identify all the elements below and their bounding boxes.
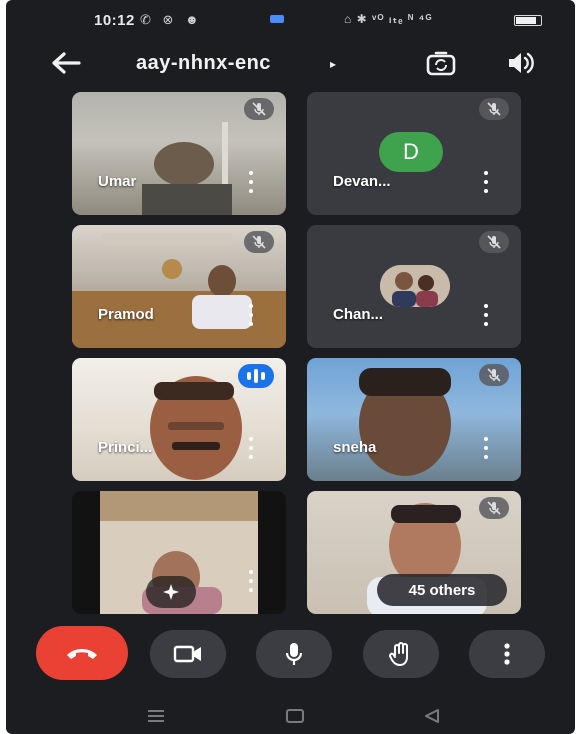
home-icon[interactable] xyxy=(285,708,305,729)
end-call-icon xyxy=(67,649,97,659)
participant-name: Umar xyxy=(98,173,137,190)
tile-more-button[interactable] xyxy=(244,570,258,592)
speaker-icon xyxy=(509,52,534,74)
more-vertical-icon xyxy=(504,643,510,665)
participant-name: Devan... xyxy=(333,173,391,190)
camera-button[interactable] xyxy=(150,630,226,678)
participant-tile[interactable]: Umar xyxy=(72,92,286,215)
avatar xyxy=(380,265,450,307)
more-options-button[interactable] xyxy=(469,630,545,678)
tile-more-button[interactable] xyxy=(244,171,258,193)
back-button[interactable] xyxy=(46,48,86,78)
tile-more-button[interactable] xyxy=(479,171,493,193)
tile-more-button[interactable] xyxy=(479,437,493,459)
participant-tile[interactable]: 45 others xyxy=(307,491,521,614)
mic-off-icon xyxy=(244,231,274,253)
signal-icons: ⌂ ✱ ᵛᴼ ₗₜₑ ᴺ ⁴ᴳ xyxy=(344,12,433,26)
battery-icon xyxy=(514,15,542,26)
microphone-icon xyxy=(285,643,303,665)
call-controls xyxy=(6,626,575,690)
mic-off-icon xyxy=(479,231,509,253)
sparkle-icon xyxy=(163,584,179,600)
participant-tile[interactable]: D Devan... xyxy=(307,92,521,215)
others-badge[interactable]: 45 others xyxy=(377,574,507,606)
notification-badge-icon xyxy=(270,15,284,23)
system-navigation-bar xyxy=(6,698,575,734)
notification-icons: ✆ ⊗ ☻ xyxy=(140,12,203,27)
participant-tile[interactable]: Chan... xyxy=(307,225,521,348)
raise-hand-button[interactable] xyxy=(363,630,439,678)
meeting-details-caret-icon[interactable]: ▸ xyxy=(330,57,336,71)
tile-more-button[interactable] xyxy=(244,304,258,326)
participant-name: Chan... xyxy=(333,306,384,323)
avatar: D xyxy=(379,132,443,172)
end-call-button[interactable] xyxy=(36,626,128,680)
participant-tile[interactable]: Princi... xyxy=(72,358,286,481)
participant-name: Princi... xyxy=(98,439,153,456)
switch-camera-button[interactable] xyxy=(422,46,460,80)
speaking-indicator-icon xyxy=(238,364,274,388)
microphone-button[interactable] xyxy=(256,630,332,678)
participant-tile[interactable] xyxy=(72,491,286,614)
back-triangle-icon[interactable] xyxy=(422,708,442,729)
effects-button[interactable] xyxy=(146,576,196,608)
mic-off-icon xyxy=(244,98,274,120)
audio-output-button[interactable] xyxy=(502,46,540,80)
participant-tile[interactable]: Pramod xyxy=(72,225,286,348)
raise-hand-icon xyxy=(389,642,408,666)
status-bar: 10:12 ✆ ⊗ ☻ ⌂ ✱ ᵛᴼ ₗₜₑ ᴺ ⁴ᴳ xyxy=(6,0,575,40)
participant-name: sneha xyxy=(333,439,377,456)
meeting-code[interactable]: aay-nhnx-enc xyxy=(136,52,271,75)
status-time: 10:12 xyxy=(94,12,135,29)
meeting-header: aay-nhnx-enc ▸ xyxy=(6,40,575,86)
switch-camera-icon xyxy=(426,51,456,76)
tile-more-button[interactable] xyxy=(479,304,493,326)
video-camera-icon xyxy=(173,645,201,663)
tile-more-button[interactable] xyxy=(244,437,258,459)
arrow-left-icon xyxy=(52,52,81,74)
participant-tile[interactable]: sneha xyxy=(307,358,521,481)
mic-off-icon xyxy=(479,98,509,120)
mic-off-icon xyxy=(479,364,509,386)
phone-screen: 10:12 ✆ ⊗ ☻ ⌂ ✱ ᵛᴼ ₗₜₑ ᴺ ⁴ᴳ aay-nhnx-enc… xyxy=(6,0,575,734)
participant-name: Pramod xyxy=(98,306,154,323)
menu-icon[interactable] xyxy=(146,708,166,729)
mic-off-icon xyxy=(479,497,509,519)
